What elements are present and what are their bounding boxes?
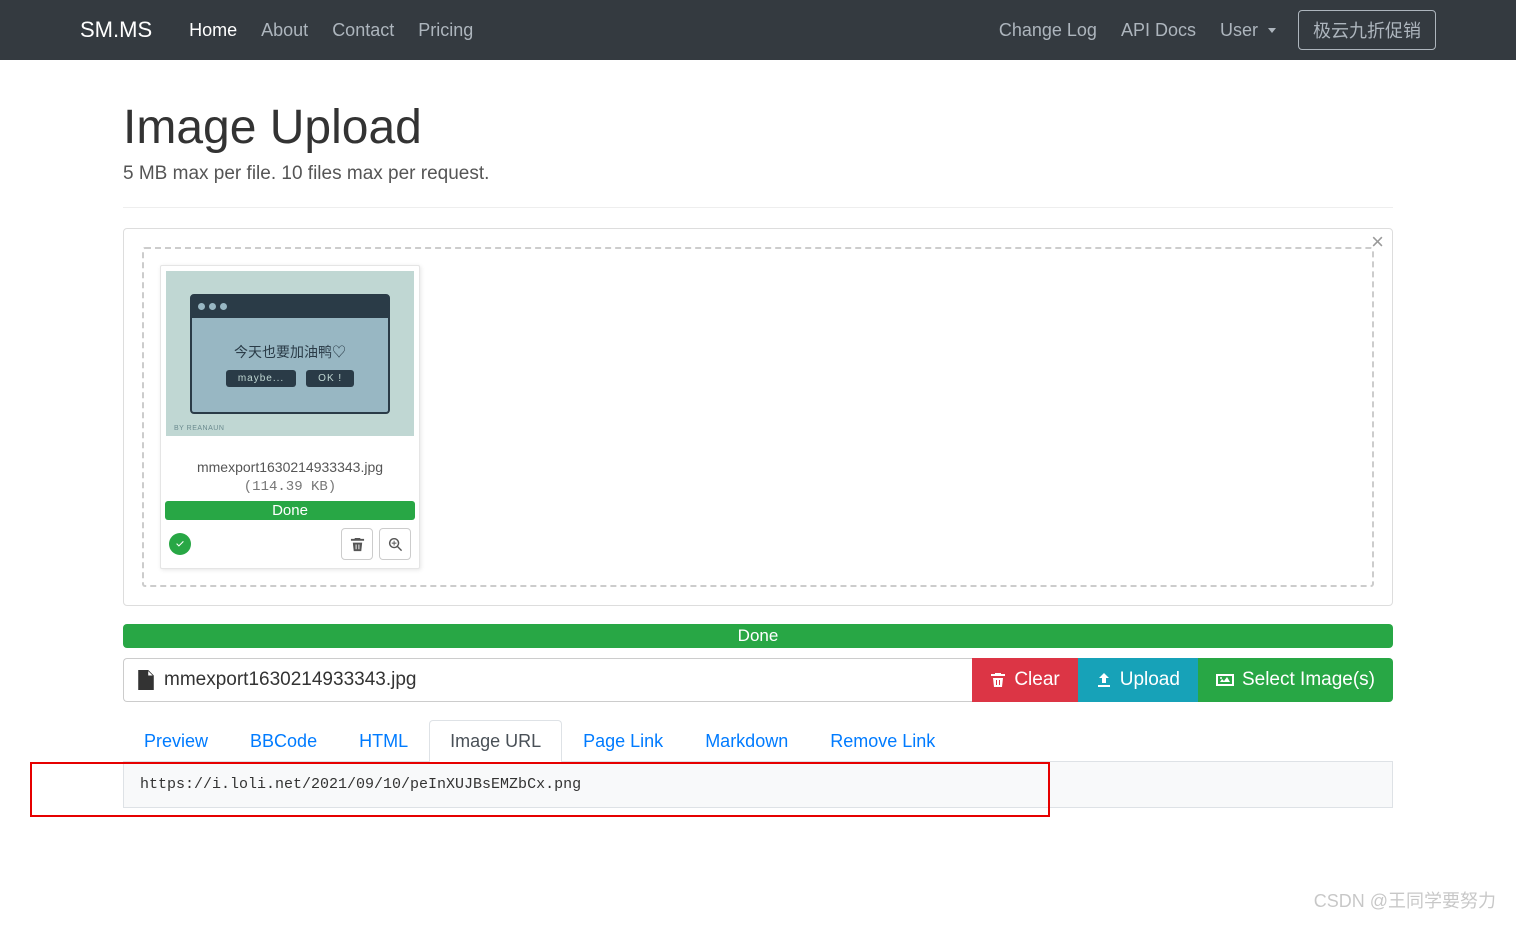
tab-page-link[interactable]: Page Link	[562, 720, 684, 762]
page-title: Image Upload	[123, 100, 1393, 155]
image-url-output[interactable]: https://i.loli.net/2021/09/10/peInXUJBsE…	[123, 762, 1393, 808]
global-progress-bar: Done	[123, 624, 1393, 648]
tab-bbcode[interactable]: BBCode	[229, 720, 338, 762]
nav-user-dropdown[interactable]: User	[1208, 12, 1288, 49]
nav-user-label: User	[1220, 20, 1258, 40]
toolbar-row: mmexport1630214933343.jpg Clear Upload S…	[123, 658, 1393, 702]
tab-image-url[interactable]: Image URL	[429, 720, 562, 762]
dropzone[interactable]: 今天也要加油鸭♡ maybe... OK ! BY REANAUN mmexpo…	[142, 247, 1374, 587]
chevron-down-icon	[1268, 28, 1276, 33]
upload-panel: × 今天也要加油鸭♡ maybe... OK !	[123, 228, 1393, 606]
brand-logo[interactable]: SM.MS	[80, 17, 152, 43]
promo-button[interactable]: 极云九折促销	[1298, 10, 1436, 50]
file-size-label: (114.39 KB)	[167, 479, 413, 495]
file-name-label: mmexport1630214933343.jpg	[167, 459, 413, 475]
page-header: Image Upload 5 MB max per file. 10 files…	[123, 60, 1393, 208]
thumb-credit: BY REANAUN	[174, 425, 224, 432]
delete-file-button[interactable]	[341, 528, 373, 560]
nav-changelog[interactable]: Change Log	[987, 12, 1109, 49]
tab-remove-link[interactable]: Remove Link	[809, 720, 956, 762]
upload-button[interactable]: Upload	[1078, 658, 1198, 702]
watermark-text: CSDN @王同学要努力	[1314, 887, 1496, 913]
file-icon	[138, 670, 154, 690]
page-subtitle: 5 MB max per file. 10 files max per requ…	[123, 163, 1393, 185]
upload-icon	[1096, 672, 1112, 688]
clear-button[interactable]: Clear	[972, 658, 1077, 702]
file-progress-bar: Done	[165, 501, 415, 520]
nav-apidocs[interactable]: API Docs	[1109, 12, 1208, 49]
select-images-label: Select Image(s)	[1242, 669, 1375, 691]
close-icon[interactable]: ×	[1371, 231, 1384, 253]
magnify-plus-icon	[388, 537, 403, 552]
picture-icon	[1216, 672, 1234, 688]
thumb-ok-button: OK !	[306, 370, 354, 387]
nav-about[interactable]: About	[249, 12, 320, 49]
tab-preview[interactable]: Preview	[123, 720, 229, 762]
selected-file-name: mmexport1630214933343.jpg	[164, 669, 416, 691]
nav-pricing[interactable]: Pricing	[406, 12, 485, 49]
thumb-maybe-button: maybe...	[226, 370, 296, 387]
top-navbar: SM.MS Home About Contact Pricing Change …	[0, 0, 1516, 60]
tab-html[interactable]: HTML	[338, 720, 429, 762]
zoom-file-button[interactable]	[379, 528, 411, 560]
selected-files-box: mmexport1630214933343.jpg	[123, 658, 972, 702]
check-circle-icon	[169, 533, 191, 555]
trash-icon	[990, 672, 1006, 688]
nav-contact[interactable]: Contact	[320, 12, 406, 49]
file-card: 今天也要加油鸭♡ maybe... OK ! BY REANAUN mmexpo…	[160, 265, 420, 569]
upload-button-label: Upload	[1120, 669, 1180, 691]
clear-button-label: Clear	[1014, 669, 1059, 691]
nav-home[interactable]: Home	[177, 12, 249, 49]
thumb-heading: 今天也要加油鸭♡	[234, 342, 346, 362]
trash-icon	[350, 537, 365, 552]
result-tabs: Preview BBCode HTML Image URL Page Link …	[123, 720, 1393, 762]
tab-markdown[interactable]: Markdown	[684, 720, 809, 762]
file-thumbnail: 今天也要加油鸭♡ maybe... OK ! BY REANAUN	[166, 271, 414, 436]
select-images-button[interactable]: Select Image(s)	[1198, 658, 1393, 702]
